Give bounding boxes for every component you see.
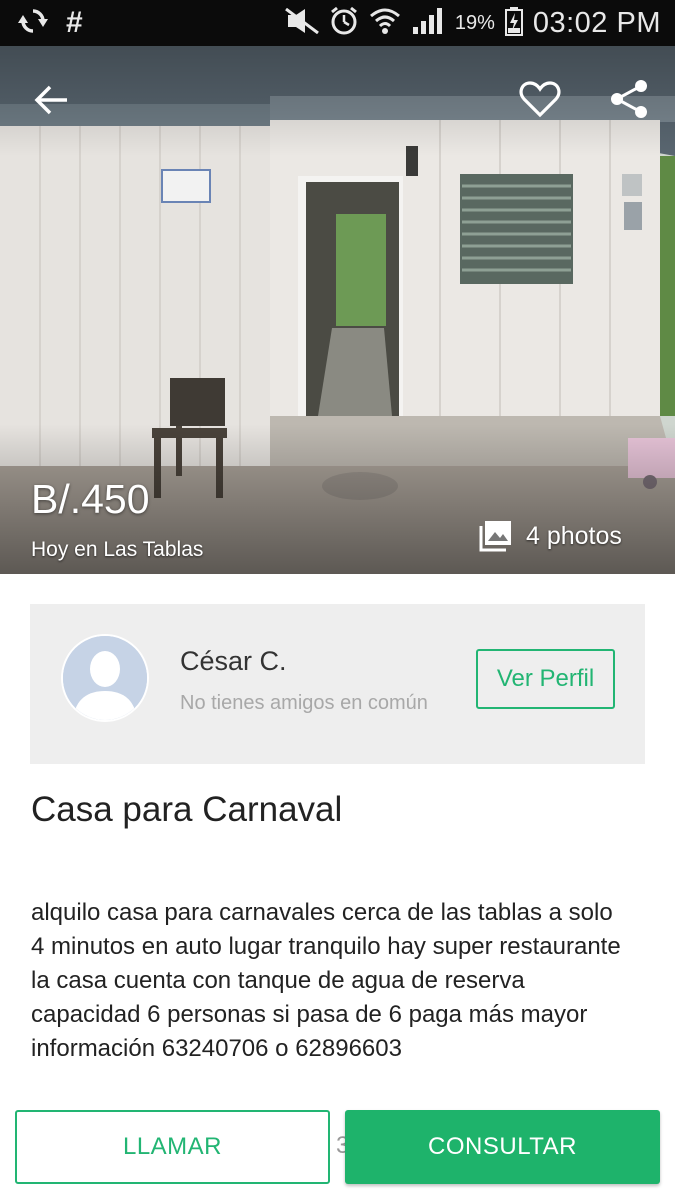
battery-percent: 19% [454,11,495,34]
listing-photo[interactable]: B/.450 Hoy en Las Tablas 4 photos [0,46,675,574]
seller-name[interactable]: César C. [180,646,287,677]
top-gradient [0,46,675,156]
arrow-left-icon [34,85,67,115]
listing-description: alquilo casa para carnavales cerca de la… [31,899,621,1062]
heart-outline-icon [519,81,561,118]
listing-title: Casa para Carnaval [31,790,343,829]
avatar[interactable] [61,634,149,722]
view-profile-button[interactable]: Ver Perfil [476,649,615,709]
back-button[interactable] [22,76,82,124]
listing-price: B/.450 [31,476,150,522]
favorite-button[interactable] [512,74,568,124]
share-icon [611,80,647,118]
share-button[interactable] [600,74,658,124]
status-bar: # 19% 03:02 PM [0,0,675,46]
clock: 03:02 PM [532,6,661,39]
ask-button[interactable]: CONSULTAR [345,1110,660,1184]
wifi-icon [369,6,401,41]
default-avatar-icon [63,636,147,720]
battery-icon [504,6,523,41]
mutual-friends: No tienes amigos en común [180,692,428,714]
photo-library-icon [479,521,511,552]
sync-icon [18,6,48,41]
hash-icon: # [66,6,83,39]
photo-count[interactable]: 4 photos [478,516,622,556]
seller-card: César C. No tienes amigos en común Ver P… [30,604,645,764]
photo-count-label: 4 photos [526,521,622,550]
signal-icon [411,7,445,40]
call-button[interactable]: LLAMAR [15,1110,330,1184]
alarm-icon [329,6,359,41]
posted-location: Hoy en Las Tablas [31,538,204,561]
mute-icon [284,7,319,39]
